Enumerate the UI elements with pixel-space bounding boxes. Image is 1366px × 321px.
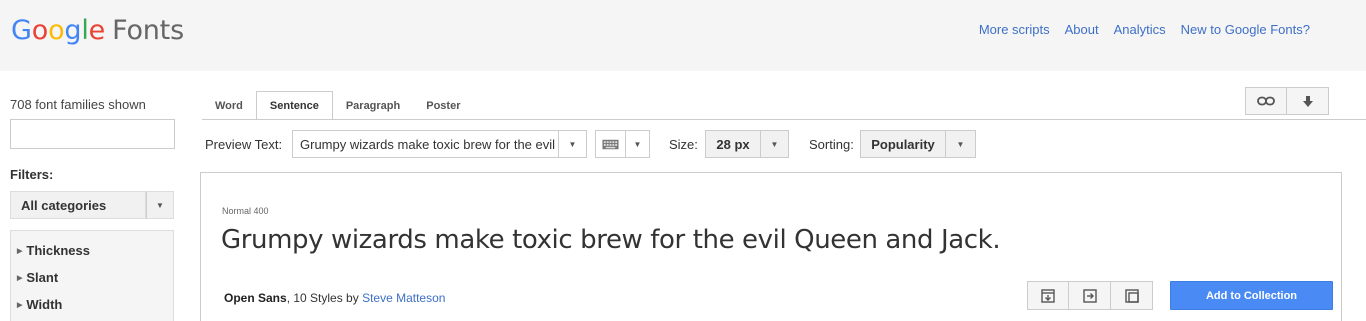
open-in-page-button[interactable] — [1069, 281, 1111, 310]
sorting-select[interactable]: Popularity ▼ — [860, 130, 976, 158]
font-family-name: Open Sans — [224, 291, 287, 305]
chevron-down-icon[interactable]: ▼ — [146, 191, 174, 219]
add-to-collection-button[interactable]: Add to Collection — [1170, 281, 1333, 310]
preview-text-select[interactable]: Grumpy wizards make toxic brew for the e… — [292, 130, 587, 158]
filter-thickness[interactable]: ▶ Thickness — [17, 237, 173, 264]
nav-more-scripts[interactable]: More scripts — [979, 22, 1050, 37]
size-label: Size: — [669, 137, 698, 152]
preview-tabs: Word Sentence Paragraph Poster — [202, 91, 474, 120]
filter-box: ▶ Thickness ▶ Slant ▶ Width — [10, 230, 174, 321]
header: Google Fonts More scripts About Analytics… — [0, 0, 1366, 71]
preview-text-label: Preview Text: — [205, 137, 283, 152]
quick-use-button[interactable] — [1027, 281, 1069, 310]
logo-fonts-text: Fonts — [112, 15, 184, 46]
font-card-actions — [1027, 281, 1153, 310]
tab-sentence[interactable]: Sentence — [255, 91, 333, 120]
logo-google-wordmark: Google — [11, 15, 105, 46]
download-arrow-icon — [1302, 95, 1313, 107]
tab-paragraph[interactable]: Paragraph — [333, 91, 413, 120]
category-select[interactable]: All categories ▼ — [10, 191, 174, 219]
open-in-page-icon — [1082, 288, 1097, 303]
nav-about[interactable]: About — [1065, 22, 1099, 37]
preview-text-value[interactable]: Grumpy wizards make toxic brew for the e… — [292, 130, 559, 158]
font-styles-text: , 10 Styles by — [286, 291, 363, 305]
logo-letter: o — [31, 15, 49, 46]
logo-letter: o — [48, 15, 65, 46]
chevron-down-icon[interactable]: ▼ — [626, 130, 650, 158]
filter-label: Thickness — [26, 243, 90, 258]
link-button[interactable] — [1245, 87, 1287, 115]
sidebar: 708 font families shown Filters: All cat… — [10, 97, 175, 321]
font-card: Normal 400 Grumpy wizards make toxic bre… — [200, 172, 1342, 321]
link-icon — [1257, 96, 1275, 106]
logo-letter: l — [81, 15, 89, 46]
font-count: 708 font families shown — [10, 97, 146, 112]
logo-letter: g — [64, 15, 82, 46]
logo-letter: e — [88, 15, 106, 46]
filter-width[interactable]: ▶ Width — [17, 291, 173, 318]
logo-letter: G — [11, 15, 32, 46]
top-nav: More scripts About Analytics New to Goog… — [979, 22, 1310, 37]
font-byline: Open Sans, 10 Styles by Steve Matteson — [224, 291, 445, 305]
size-select[interactable]: 28 px ▼ — [705, 130, 789, 158]
keyboard-icon — [602, 139, 619, 149]
tab-divider — [202, 119, 1366, 120]
filter-label: Width — [26, 297, 63, 312]
tab-word[interactable]: Word — [202, 91, 256, 120]
tab-poster[interactable]: Poster — [413, 91, 473, 120]
font-sample-text[interactable]: Grumpy wizards make toxic brew for the e… — [221, 225, 1001, 255]
sorting-value[interactable]: Popularity — [860, 130, 946, 158]
download-button[interactable] — [1287, 87, 1329, 115]
google-fonts-logo[interactable]: Google Fonts — [11, 15, 184, 46]
pop-out-button[interactable] — [1111, 281, 1153, 310]
search-input[interactable] — [10, 119, 175, 149]
nav-new-to-google-fonts[interactable]: New to Google Fonts? — [1181, 22, 1310, 37]
chevron-down-icon[interactable]: ▼ — [559, 130, 587, 158]
chevron-down-icon[interactable]: ▼ — [946, 130, 976, 158]
font-author-link[interactable]: Steve Matteson — [362, 291, 445, 305]
caret-right-icon: ▶ — [17, 301, 23, 309]
nav-analytics[interactable]: Analytics — [1114, 22, 1166, 37]
caret-right-icon: ▶ — [17, 247, 23, 255]
sorting-label: Sorting: — [809, 137, 854, 152]
category-select-value[interactable]: All categories — [10, 191, 146, 219]
pop-out-icon — [1124, 288, 1139, 303]
keyboard-select[interactable]: ▼ — [595, 130, 650, 158]
caret-right-icon: ▶ — [17, 274, 23, 282]
filters-label: Filters: — [10, 167, 54, 182]
size-value[interactable]: 28 px — [705, 130, 761, 158]
filter-label: Slant — [26, 270, 59, 285]
keyboard-button[interactable] — [595, 130, 626, 158]
chevron-down-icon[interactable]: ▼ — [761, 130, 789, 158]
quick-use-icon — [1041, 288, 1055, 303]
toolbar-icon-buttons — [1245, 87, 1329, 115]
font-style-label: Normal 400 — [222, 206, 269, 216]
filter-slant[interactable]: ▶ Slant — [17, 264, 173, 291]
